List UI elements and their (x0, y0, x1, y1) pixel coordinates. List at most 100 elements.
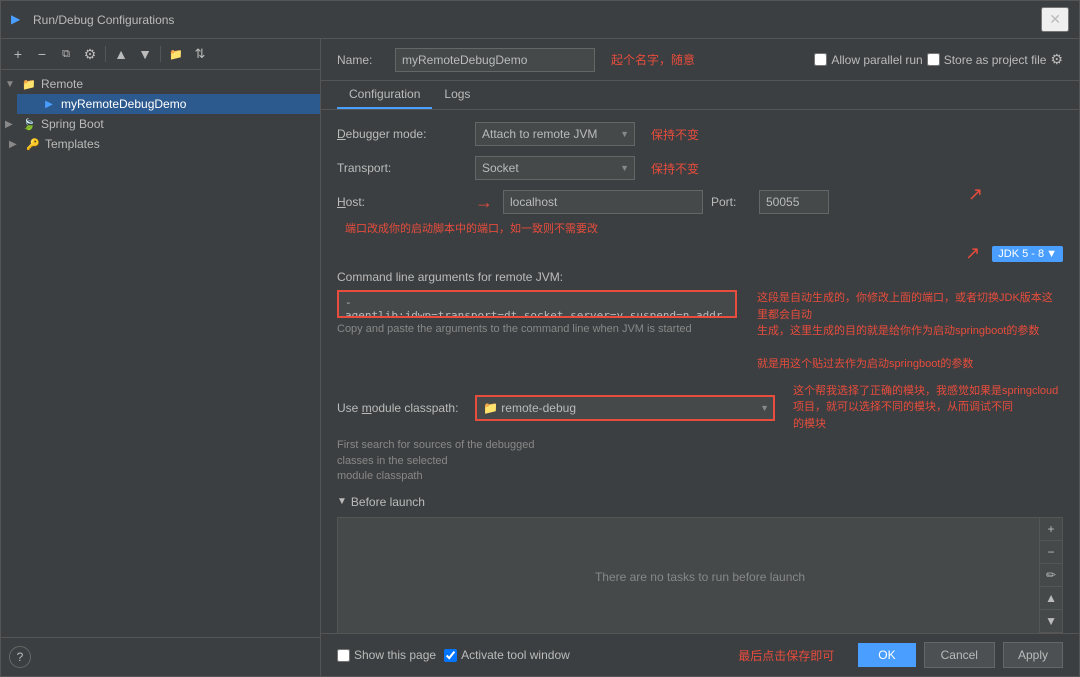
transport-select-wrapper: Socket (475, 156, 635, 180)
templates-label: Templates (45, 137, 100, 151)
tab-logs[interactable]: Logs (432, 81, 482, 109)
store-project-checkbox[interactable] (927, 53, 940, 66)
host-label: Host: (337, 195, 467, 209)
left-footer: ? (1, 637, 320, 676)
launch-down-button[interactable]: ▼ (1040, 610, 1062, 633)
launch-up-button[interactable]: ▲ (1040, 587, 1062, 610)
show-page-checkbox[interactable] (337, 649, 350, 662)
launch-add-button[interactable]: + (1040, 518, 1062, 541)
module-classpath-section: Use module classpath: 📁 remote-debug 这个帮… (337, 383, 1063, 485)
launch-remove-button[interactable]: − (1040, 541, 1062, 564)
jdk-arrow-icon: ↗ (965, 243, 980, 264)
cmdargs-annotation: 这段是自动生成的，你修改上面的端口，或者切换JDK版本这里都会自动 生成，这里生… (757, 290, 1063, 373)
launch-area: There are no tasks to run before launch … (337, 517, 1063, 633)
cmdargs-label: Command line arguments for remote JVM: (337, 270, 1063, 284)
section-collapse-icon: ▼ (337, 496, 347, 507)
debugger-mode-row: Debugger mode: Attach to remote JVM 保持不变 (337, 122, 1063, 146)
transport-select[interactable]: Socket (475, 156, 635, 180)
apply-button[interactable]: Apply (1003, 642, 1063, 668)
main-content: + − ⧉ ⚙ ▲ ▼ 📁 ⇅ ▼ 📁 Remote (1, 39, 1079, 676)
tree-group-springboot[interactable]: ▶ 🍃 Spring Boot (1, 114, 320, 134)
name-input[interactable]: myRemoteDebugDemo (395, 48, 595, 72)
jdk-label: JDK 5 - 8 (998, 248, 1044, 260)
folder-button[interactable]: 📁 (165, 43, 187, 65)
expand-remote-icon: ▼ (5, 79, 21, 90)
sort-button[interactable]: ⇅ (189, 43, 211, 65)
remote-group-label: Remote (41, 77, 83, 91)
host-port-section: 远程的IP或域名，因为我 监控本机jar包启动的springboot，所以还是l… (337, 190, 1063, 237)
jdk-dropdown-icon: ▼ (1046, 248, 1057, 260)
cmdargs-section: Command line arguments for remote JVM: -… (337, 270, 1063, 373)
help-button[interactable]: ? (9, 646, 31, 668)
tree-item-remote-debug[interactable]: ▶ myRemoteDebugDemo (17, 94, 320, 114)
name-row: Name: myRemoteDebugDemo 起个名字，随意 Allow pa… (321, 39, 1079, 81)
debugger-mode-select[interactable]: Attach to remote JVM (475, 122, 635, 146)
move-down-button[interactable]: ▼ (134, 43, 156, 65)
close-button[interactable]: ✕ (1041, 7, 1069, 32)
host-input[interactable] (503, 190, 703, 214)
name-annotation: 起个名字，随意 (611, 51, 695, 68)
settings-button[interactable]: ⚙ (79, 43, 101, 65)
port-label: Port: (711, 195, 751, 209)
save-text: 最后点击保存即可 (738, 647, 834, 664)
debugger-mode-label: Debugger mode: (337, 127, 467, 141)
module-hint-line1: First search for sources of the debugged… (337, 439, 535, 466)
debugger-mode-select-wrapper: Attach to remote JVM (475, 122, 635, 146)
activate-group: Activate tool window (444, 648, 570, 662)
toolbar-separator-2 (160, 46, 161, 62)
remote-children: ▶ myRemoteDebugDemo (1, 94, 320, 114)
tree-item-templates[interactable]: ▶ 🔑 Templates (1, 134, 320, 154)
store-project-label: Store as project file (944, 53, 1047, 67)
right-panel: Name: myRemoteDebugDemo 起个名字，随意 Allow pa… (321, 39, 1079, 676)
remote-debug-icon: ▶ (41, 96, 57, 112)
port-annotation: 端口改成你的启动脚本中的端口，如一致则不需要改 ↗ (345, 222, 598, 237)
before-launch-title: Before launch (351, 495, 425, 509)
titlebar: ▶ Run/Debug Configurations ✕ (1, 1, 1079, 39)
cmdargs-hint: Copy and paste the arguments to the comm… (337, 322, 717, 337)
module-row: Use module classpath: 📁 remote-debug 这个帮… (337, 383, 1063, 433)
cmdargs-textarea[interactable]: -agentlib:jdwp=transport=dt_socket,serve… (337, 290, 737, 318)
activate-label: Activate tool window (461, 648, 570, 662)
left-panel: + − ⧉ ⚙ ▲ ▼ 📁 ⇅ ▼ 📁 Remote (1, 39, 321, 676)
toolbar: + − ⧉ ⚙ ▲ ▼ 📁 ⇅ (1, 39, 320, 70)
store-gear-button[interactable]: ⚙ (1050, 51, 1063, 68)
add-config-button[interactable]: + (7, 43, 29, 65)
activate-checkbox[interactable] (444, 649, 457, 662)
config-content: Debugger mode: Attach to remote JVM 保持不变… (321, 110, 1079, 633)
tab-configuration[interactable]: Configuration (337, 81, 432, 109)
module-select-wrapper: 📁 remote-debug (475, 395, 775, 421)
before-launch-header[interactable]: ▼ Before launch (337, 495, 1063, 509)
config-tabs: Configuration Logs (321, 81, 1079, 110)
host-port-row: Host: → Port: 端口改成你的启动脚本中的端口，如一致则不需要改 ↗ (337, 190, 1063, 237)
checkbox-group: Allow parallel run Store as project file… (814, 51, 1063, 68)
springboot-icon: 🍃 (21, 116, 37, 132)
templates-icon: 🔑 (25, 136, 41, 152)
tree-group-remote[interactable]: ▼ 📁 Remote (1, 74, 320, 94)
before-launch-section: ▼ Before launch There are no tasks to ru… (337, 495, 1063, 633)
springboot-label: Spring Boot (41, 117, 104, 131)
footer-left: Show this page Activate tool window (337, 648, 570, 662)
cmdargs-content-row: -agentlib:jdwp=transport=dt_socket,serve… (337, 290, 1063, 373)
transport-label: Transport: (337, 161, 467, 175)
launch-empty-text: There are no tasks to run before launch (595, 570, 805, 584)
port-input[interactable] (759, 190, 829, 214)
expand-springboot-icon: ▶ (5, 119, 21, 130)
jdk-row: ↗ JDK 5 - 8 ▼ (337, 243, 1063, 264)
cmdargs-annotation-line2: 生成，这里生成的目的就是给你作为启动springboot的参数 (757, 325, 1039, 337)
module-select[interactable]: 📁 remote-debug (475, 395, 775, 421)
module-hint: First search for sources of the debugged… (337, 438, 537, 484)
dialog-icon: ▶ (11, 12, 27, 28)
remove-config-button[interactable]: − (31, 43, 53, 65)
ok-button[interactable]: OK (858, 643, 915, 667)
remote-folder-icon: 📁 (21, 76, 37, 92)
allow-parallel-checkbox[interactable] (814, 53, 827, 66)
footer: Show this page Activate tool window 最后点击… (321, 633, 1079, 676)
host-arrow-icon: → (475, 192, 493, 213)
move-up-button[interactable]: ▲ (110, 43, 132, 65)
jdk-badge[interactable]: JDK 5 - 8 ▼ (992, 246, 1063, 262)
cancel-button[interactable]: Cancel (924, 642, 995, 668)
copy-config-button[interactable]: ⧉ (55, 43, 77, 65)
launch-edit-button[interactable]: ✏ (1040, 564, 1062, 587)
module-hint-line2: module classpath (337, 470, 423, 482)
cmdargs-annotation-line3: 就是用这个贴过去作为启动springboot的参数 (757, 358, 973, 370)
